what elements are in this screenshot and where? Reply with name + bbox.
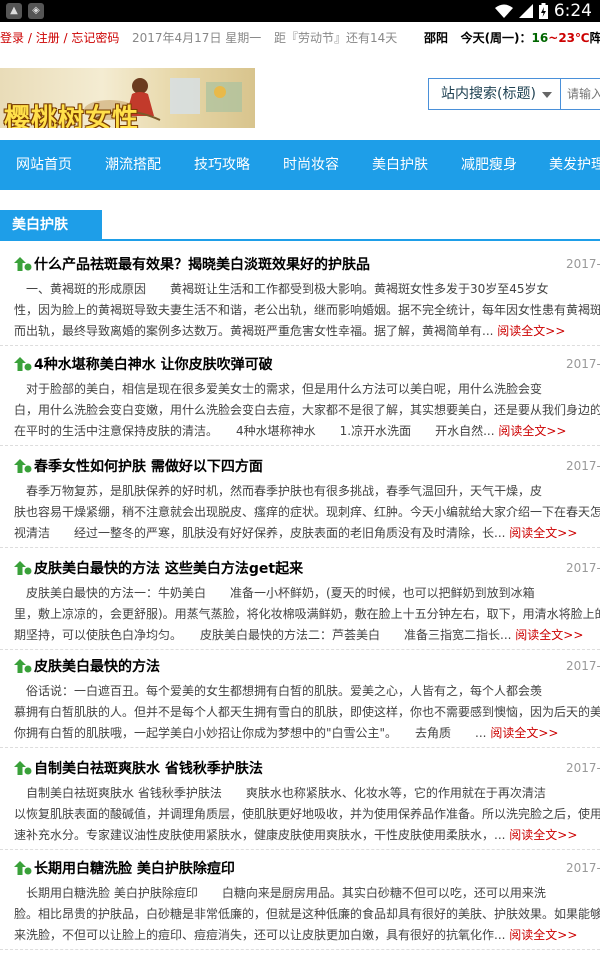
arrow-up-icon bbox=[14, 761, 32, 775]
article-date: 2017- bbox=[566, 761, 600, 775]
wifi-icon bbox=[494, 4, 513, 18]
list-item: 长期用白糖洗脸 美白护肤除痘印 2017- 长期用白糖洗脸 美白护肤除痘印 白糖… bbox=[0, 858, 600, 950]
signal-icon bbox=[518, 4, 533, 18]
arrow-up-icon bbox=[14, 459, 32, 473]
weather-condition: 阵雨 bbox=[589, 31, 600, 45]
article-summary: 对于脸部的美白，相信是现在很多爱美女士的需求，但是用什么方法可以美白呢，用什么洗… bbox=[14, 382, 600, 438]
article-title[interactable]: 自制美白祛斑爽肤水 省钱秋季护肤法 bbox=[34, 758, 263, 778]
list-item: 皮肤美白最快的方法 这些美白方法get起来 2017- 皮肤美白最快的方法一：牛… bbox=[0, 558, 600, 650]
article-date: 2017- bbox=[566, 861, 600, 875]
site-header: 樱桃树女性 站内搜索(标题) bbox=[0, 54, 600, 140]
login-link[interactable]: 登录 bbox=[0, 31, 24, 45]
site-search: 站内搜索(标题) bbox=[428, 78, 600, 110]
article-summary: 俗话说：一白遮百丑。每个爱美的女生都想拥有白皙的肌肤。爱美之心，人皆有之，每个人… bbox=[14, 684, 600, 740]
list-item: 春季女性如何护肤 需做好以下四方面 2017- 春季万物复苏，是肌肤保养的好时机… bbox=[0, 456, 600, 548]
shield-icon: ◈ bbox=[28, 3, 44, 19]
article-date: 2017- bbox=[566, 659, 600, 673]
article-date: 2017- bbox=[566, 459, 600, 473]
article-summary: 皮肤美白最快的方法一：牛奶美白 准备一小杯鲜奶，(夏天的时候，也可以把鲜奶到放到… bbox=[14, 586, 600, 642]
read-more-link[interactable]: 阅读全文>> bbox=[509, 526, 577, 540]
nav-item-makeup[interactable]: 时尚妆容 bbox=[283, 140, 339, 190]
weather-day: 今天(周一)： bbox=[460, 31, 532, 45]
article-summary: 一、黄褐斑的形成原因 黄褐斑让生活和工作都受到极大影响。黄褐斑女性多发于30岁至… bbox=[14, 282, 600, 338]
nav-item-whitening[interactable]: 美白护肤 bbox=[372, 140, 428, 190]
search-scope-label: 站内搜索(标题) bbox=[441, 86, 536, 102]
weather-city: 邵阳 bbox=[424, 31, 449, 45]
chevron-down-icon bbox=[542, 92, 552, 98]
nav-item-haircare[interactable]: 美发护理 bbox=[549, 140, 600, 190]
holiday-countdown: 距『劳动节』还有14天 bbox=[274, 31, 398, 45]
read-more-link[interactable]: 阅读全文>> bbox=[509, 928, 577, 942]
search-scope-select[interactable]: 站内搜索(标题) bbox=[429, 79, 561, 109]
read-more-link[interactable]: 阅读全文>> bbox=[497, 324, 565, 338]
article-summary: 长期用白糖洗脸 美白护肤除痘印 白糖向来是厨房用品。其实白砂糖不但可以吃，还可以… bbox=[14, 886, 600, 942]
article-date: 2017- bbox=[566, 561, 600, 575]
read-more-link[interactable]: 阅读全文>> bbox=[515, 628, 583, 642]
top-info-bar: 登录 / 注册 / 忘记密码 2017年4月17日 星期一 距『劳动节』还有14… bbox=[0, 22, 600, 54]
nav-item-slimming[interactable]: 减肥瘦身 bbox=[461, 140, 517, 190]
nav-item-fashion[interactable]: 潮流搭配 bbox=[105, 140, 161, 190]
separator: / bbox=[24, 31, 36, 45]
separator: / bbox=[59, 31, 72, 45]
list-item: 什么产品祛斑最有效果？揭晓美白淡斑效果好的护肤品 2017- 一、黄褐斑的形成原… bbox=[0, 254, 600, 346]
arrow-up-icon bbox=[14, 357, 32, 371]
current-date: 2017年4月17日 星期一 bbox=[132, 31, 262, 45]
article-title[interactable]: 皮肤美白最快的方法 bbox=[34, 656, 160, 676]
read-more-link[interactable]: 阅读全文>> bbox=[498, 424, 566, 438]
main-nav: 网站首页 潮流搭配 技巧攻略 时尚妆容 美白护肤 减肥瘦身 美发护理 bbox=[0, 140, 600, 190]
read-more-link[interactable]: 阅读全文>> bbox=[490, 726, 558, 740]
account-links: 登录 / 注册 / 忘记密码 bbox=[0, 22, 119, 54]
arrow-up-icon bbox=[14, 257, 32, 271]
article-title[interactable]: 4种水堪称美白神水 让你皮肤吹弹可破 bbox=[34, 354, 273, 374]
arrow-up-icon bbox=[14, 561, 32, 575]
article-title[interactable]: 皮肤美白最快的方法 这些美白方法get起来 bbox=[34, 558, 303, 578]
temp-low: 16 bbox=[531, 31, 549, 45]
list-item: 自制美白祛斑爽肤水 省钱秋季护肤法 2017- 自制美白祛斑爽肤水 省钱秋季护肤… bbox=[0, 758, 600, 850]
arrow-up-icon bbox=[14, 659, 32, 673]
site-logo[interactable]: 樱桃树女性 bbox=[0, 68, 255, 128]
section-title: 美白护肤 bbox=[0, 210, 102, 241]
battery-icon bbox=[538, 3, 548, 19]
section-header: 美白护肤 bbox=[0, 210, 600, 241]
list-item: 皮肤美白最快的方法 2017- 俗话说：一白遮百丑。每个爱美的女生都想拥有白皙的… bbox=[0, 656, 600, 748]
forgot-password-link[interactable]: 忘记密码 bbox=[71, 31, 119, 45]
article-title[interactable]: 什么产品祛斑最有效果？揭晓美白淡斑效果好的护肤品 bbox=[34, 254, 370, 274]
article-summary: 自制美白祛斑爽肤水 省钱秋季护肤法 爽肤水也称紧肤水、化妆水等，它的作用就在于再… bbox=[14, 786, 600, 842]
temp-high: 23℃ bbox=[558, 31, 590, 45]
temp-separator: ~ bbox=[548, 31, 559, 45]
nav-item-home[interactable]: 网站首页 bbox=[16, 140, 72, 190]
register-link[interactable]: 注册 bbox=[36, 31, 60, 45]
search-input[interactable] bbox=[563, 79, 600, 109]
read-more-link[interactable]: 阅读全文>> bbox=[509, 828, 577, 842]
clock: 6:24 bbox=[553, 1, 592, 21]
status-bar: ▲ ◈ 6:24 bbox=[0, 0, 600, 22]
article-date: 2017- bbox=[566, 257, 600, 271]
notification-icon: ▲ bbox=[6, 3, 22, 19]
article-summary: 春季万物复苏，是肌肤保养的好时机，然而春季护肤也有很多挑战，春季气温回升，天气干… bbox=[14, 484, 600, 540]
logo-text: 樱桃树女性 bbox=[4, 104, 140, 128]
arrow-up-icon bbox=[14, 861, 32, 875]
weather-info: 邵阳 今天(周一)：16~23℃阵雨 bbox=[424, 22, 600, 54]
article-date: 2017- bbox=[566, 357, 600, 371]
article-title[interactable]: 春季女性如何护肤 需做好以下四方面 bbox=[34, 456, 263, 476]
article-title[interactable]: 长期用白糖洗脸 美白护肤除痘印 bbox=[34, 858, 235, 878]
list-item: 4种水堪称美白神水 让你皮肤吹弹可破 2017- 对于脸部的美白，相信是现在很多… bbox=[0, 354, 600, 446]
nav-item-tips[interactable]: 技巧攻略 bbox=[194, 140, 250, 190]
